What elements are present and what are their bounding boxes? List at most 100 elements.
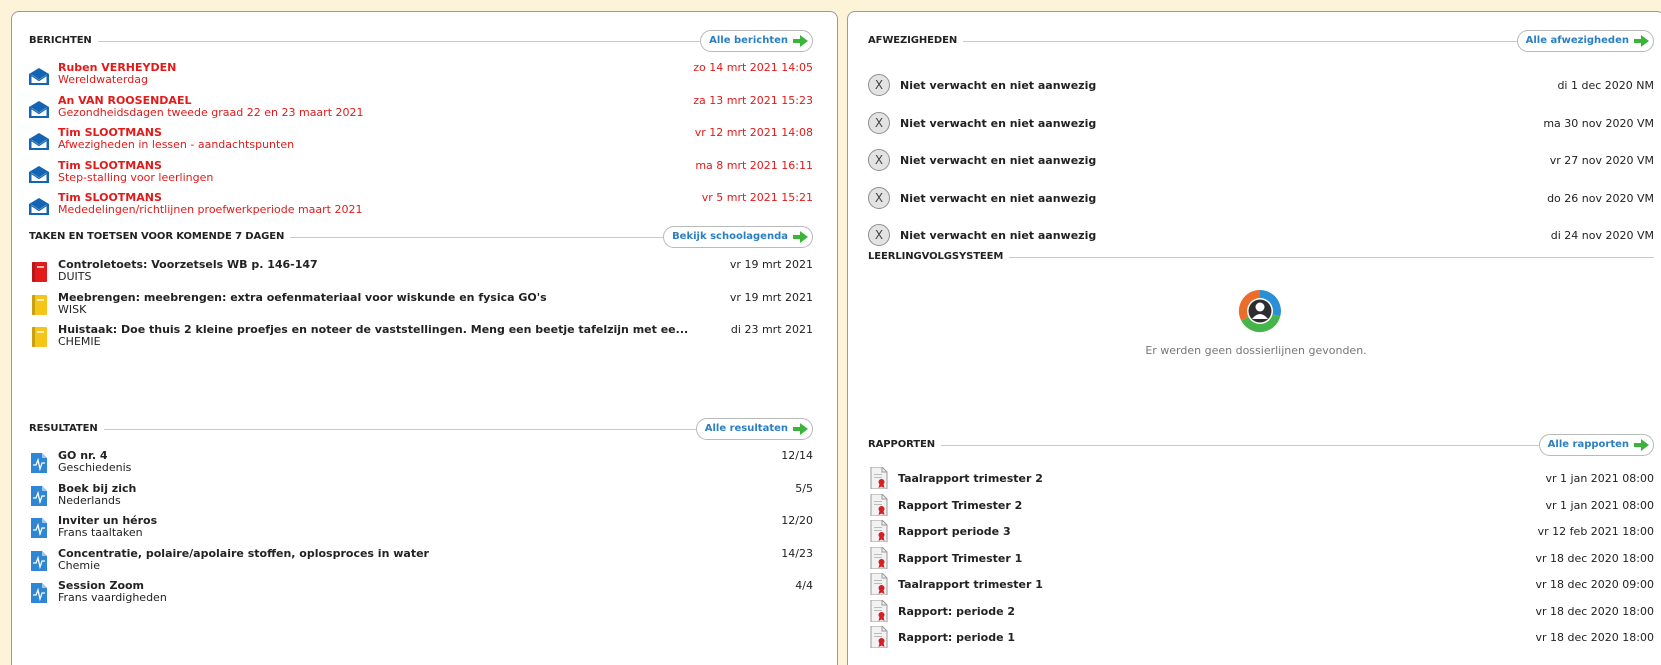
rapport-title: Rapport Trimester 1 [898,551,1023,565]
leerlingvolgsysteem-user-icon [1238,289,1281,333]
alle-rapporten-button[interactable]: Alle rapporten [1538,434,1654,456]
afwezigheid-row[interactable]: X Niet verwacht en niet aanwezig di 1 dec … [848,74,1661,104]
rapport-row[interactable]: Taalrapport trimester 1 vr 18 dec 2020 09… [848,572,1661,598]
resultaat-row[interactable]: Session Zoom Frans vaardigheden 4/4 [12,579,837,609]
bekijk-schoolagenda-label: Bekijk schoolagenda [672,231,788,242]
berichten-title: BERICHTEN [29,34,98,48]
rapport-date: vr 18 dec 2020 18:00 [1535,631,1654,644]
arrow-right-icon [793,231,808,243]
rapport-date: vr 1 jan 2021 08:00 [1545,472,1654,485]
rapporten-title: RAPPORTEN [868,438,941,452]
bericht-subject: Mededelingen/richtlijnen proefwerkperiod… [58,203,363,216]
bericht-row[interactable]: An VAN ROOSENDAEL Gezondheidsdagen tweede… [12,94,837,124]
bericht-date: za 13 mrt 2021 15:23 [693,93,813,107]
afwezigheid-date: do 26 nov 2020 VM [1547,191,1654,205]
alle-resultaten-button[interactable]: Alle resultaten [695,418,813,440]
afwezigheid-label: Niet verwacht en niet aanwezig [900,229,1097,242]
resultaat-score: 14/23 [781,546,813,560]
resultaat-score: 4/4 [795,579,813,592]
taak-row[interactable]: Meebrengen: meebrengen: extra oefenmater… [12,291,837,321]
rapport-row[interactable]: Rapport: periode 1 vr 18 dec 2020 18:00 [848,625,1661,651]
rapport-title: Rapport Trimester 2 [898,498,1023,512]
resultaat-subject: Frans taaltaken [58,526,143,539]
rapport-row[interactable]: Rapport Trimester 2 vr 1 jan 2021 08:00 [848,493,1661,519]
bekijk-schoolagenda-button[interactable]: Bekijk schoolagenda [663,226,813,248]
afwezigheden-header: AFWEZIGHEDEN Alle afwezigheden [868,30,1654,52]
bericht-date: vr 12 mrt 2021 14:08 [694,126,813,139]
report-pdf-icon [870,625,888,651]
rapport-row[interactable]: Taalrapport trimester 2 vr 1 jan 2021 08:… [848,466,1661,492]
arrow-right-icon [1634,35,1649,47]
right-panel: AFWEZIGHEDEN Alle afwezigheden X Niet ver… [847,11,1661,665]
close-circle-icon: X [868,111,890,134]
rapporten-header: RAPPORTEN Alle rapporten [868,434,1654,456]
afwezigheid-label: Niet verwacht en niet aanwezig [900,191,1097,205]
taak-subject: DUITS [58,270,92,283]
arrow-right-icon [1634,439,1649,451]
rapport-title: Taalrapport trimester 2 [898,472,1043,485]
section-divider [29,41,813,42]
resultaat-row[interactable]: Boek bij zich Nederlands 5/5 [12,482,837,512]
lvs-empty-message: Er werden geen dossierlijnen gevonden. [1145,344,1367,357]
afwezigheid-date: ma 30 nov 2020 VM [1543,116,1654,130]
resultaat-score: 12/14 [781,449,813,462]
left-panel: BERICHTEN Alle berichten Ruben VERHEYDEN… [11,11,838,665]
afwezigheid-row[interactable]: X Niet verwacht en niet aanwezig do 26 nov… [848,186,1661,217]
bericht-subject: Step-stalling voor leerlingen [58,170,214,184]
close-circle-icon: X [868,224,890,246]
lvs-header: LEERLINGVOLGSYSTEEM [868,250,1654,264]
bericht-date: vr 5 mrt 2021 15:21 [701,191,813,204]
book-icon [31,327,47,350]
bericht-subject: Gezondheidsdagen tweede graad 22 en 23 m… [58,105,364,119]
rapport-date: vr 18 dec 2020 09:00 [1535,578,1654,591]
rapport-row[interactable]: Rapport periode 3 vr 12 feb 2021 18:00 [848,519,1661,544]
afwezigheid-date: vr 27 nov 2020 VM [1549,154,1654,167]
alle-afwezigheden-button[interactable]: Alle afwezigheden [1516,30,1654,52]
envelope-icon [29,67,49,88]
alle-rapporten-label: Alle rapporten [1547,439,1629,450]
taak-date: vr 19 mrt 2021 [729,290,813,304]
bericht-date: zo 14 mrt 2021 14:05 [693,61,813,74]
afwezigheid-label: Niet verwacht en niet aanwezig [900,116,1097,130]
resultaten-header: RESULTATEN Alle resultaten [29,418,813,440]
result-chart-icon [31,583,47,606]
resultaat-score: 12/20 [781,514,813,527]
bericht-row[interactable]: Tim SLOOTMANS Afwezigheden in lessen - aa… [12,126,837,156]
envelope-icon [29,165,49,186]
alle-berichten-button[interactable]: Alle berichten [700,30,813,52]
report-pdf-icon [870,493,888,519]
alle-afwezigheden-label: Alle afwezigheden [1525,35,1629,46]
taak-row[interactable]: Controletoets: Voorzetsels WB p. 146-147… [12,258,837,288]
afwezigheid-label: Niet verwacht en niet aanwezig [900,79,1097,92]
rapport-title: Rapport: periode 1 [898,631,1016,644]
afwezigheid-row[interactable]: X Niet verwacht en niet aanwezig ma 30 nov… [848,111,1661,142]
afwezigheid-row[interactable]: X Niet verwacht en niet aanwezig vr 27 nov… [848,149,1661,179]
taak-row[interactable]: Huistaak: Doe thuis 2 kleine proefjes en… [12,323,837,353]
afwezigheden-title: AFWEZIGHEDEN [868,34,964,48]
bericht-row[interactable]: Tim SLOOTMANS Mededelingen/richtlijnen pr… [12,191,837,221]
envelope-icon [29,197,49,218]
report-pdf-icon [870,466,888,492]
rapport-row[interactable]: Rapport: periode 2 vr 18 dec 2020 18:00 [848,599,1661,624]
resultaat-score: 5/5 [795,481,813,495]
report-pdf-icon [870,572,888,598]
afwezigheid-date: di 24 nov 2020 VM [1550,229,1654,242]
resultaat-subject: Frans vaardigheden [58,591,167,604]
resultaat-row[interactable]: Inviter un héros Frans taaltaken 12/20 [12,514,837,544]
alle-berichten-label: Alle berichten [709,35,788,46]
close-circle-icon: X [868,186,890,209]
resultaat-row[interactable]: GO nr. 4 Geschiedenis 12/14 [12,449,837,479]
bericht-date: ma 8 mrt 2021 16:11 [695,158,813,172]
taak-title: Controletoets: Voorzetsels WB p. 146-147 [58,258,318,271]
bericht-subject: Wereldwaterdag [58,73,148,86]
rapport-date: vr 18 dec 2020 18:00 [1535,604,1654,618]
arrow-right-icon [793,423,808,435]
close-circle-icon: X [868,74,890,96]
taak-subject: WISK [58,302,87,316]
rapport-date: vr 18 dec 2020 18:00 [1535,551,1654,565]
resultaat-row[interactable]: Concentratie, polaire/apolaire stoffen, … [12,547,837,577]
resultaat-subject: Chemie [58,558,100,572]
bericht-row[interactable]: Tim SLOOTMANS Step-stalling voor leerling… [12,159,837,189]
rapport-row[interactable]: Rapport Trimester 1 vr 18 dec 2020 18:00 [848,546,1661,571]
bericht-row[interactable]: Ruben VERHEYDEN Wereldwaterdag zo 14 mrt 2… [12,61,837,91]
